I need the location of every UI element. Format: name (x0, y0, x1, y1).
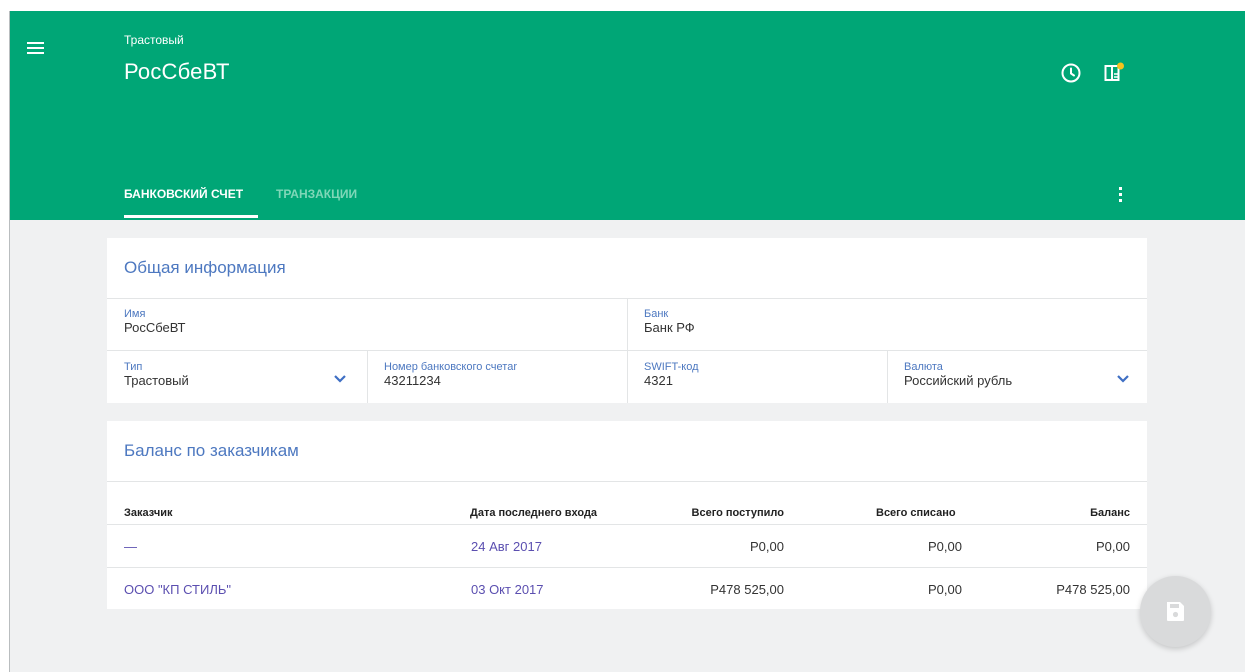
chevron-down-icon[interactable] (1116, 371, 1130, 383)
balance-amount: Р0,00 (1096, 539, 1130, 554)
more-vert-icon[interactable] (1116, 185, 1124, 205)
general-info-card: Общая информация Имя РосСбеВТ Банк Банк … (107, 238, 1147, 403)
customer-link[interactable]: ООО "КП СТИЛЬ" (124, 582, 231, 597)
divider (367, 350, 368, 403)
name-value: РосСбеВТ (124, 320, 186, 335)
customer-link[interactable]: — (124, 539, 137, 554)
account-number-value: 43211234 (384, 373, 441, 388)
column-header-last-login[interactable]: Дата последнего входа (470, 507, 597, 519)
column-header-written-off[interactable]: Всего списано (876, 507, 956, 519)
account-number-label: Номер банковского счетаr (384, 361, 517, 373)
type-value: Трастовый (124, 373, 189, 388)
app-window: Трастовый РосСбеВТ БАНКОВСКИЙ СЧЕТ ТРАНЗ… (9, 11, 1245, 672)
last-login-date: 24 Авг 2017 (471, 539, 542, 554)
divider (887, 350, 888, 403)
received-amount: Р478 525,00 (710, 582, 784, 597)
save-button[interactable] (1140, 576, 1211, 647)
type-select[interactable]: Тип Трастовый (124, 361, 189, 388)
balance-amount: Р478 525,00 (1056, 582, 1130, 597)
bank-label: Банк (644, 308, 669, 320)
app-bar: Трастовый РосСбеВТ БАНКОВСКИЙ СЧЕТ ТРАНЗ… (10, 11, 1245, 220)
written-off-amount: Р0,00 (928, 539, 962, 554)
currency-label: Валюта (904, 361, 943, 373)
tab-bank-account[interactable]: БАНКОВСКИЙ СЧЕТ (124, 187, 243, 201)
currency-select[interactable]: Валюта Российский рубль (904, 361, 1012, 388)
customer-balance-card: Баланс по заказчикам Заказчик Дата после… (107, 421, 1147, 609)
menu-icon[interactable] (25, 38, 47, 58)
swift-field[interactable]: SWIFT-код 4321 (644, 361, 699, 388)
active-tab-indicator (124, 215, 258, 218)
currency-value: Российский рубль (904, 373, 1013, 388)
notes-icon[interactable] (1102, 61, 1126, 85)
last-login-date: 03 Окт 2017 (471, 582, 544, 597)
swift-label: SWIFT-код (644, 361, 699, 373)
received-amount: Р0,00 (750, 539, 784, 554)
type-label: Тип (124, 361, 143, 373)
column-header-received[interactable]: Всего поступило (692, 507, 784, 519)
tab-transactions[interactable]: ТРАНЗАКЦИИ (276, 187, 357, 201)
page-title: РосСбеВТ (124, 59, 230, 84)
name-label: Имя (124, 308, 146, 320)
divider (107, 524, 1147, 525)
divider (107, 481, 1147, 482)
column-header-customer[interactable]: Заказчик (124, 507, 172, 519)
save-icon (1167, 602, 1184, 621)
bank-field[interactable]: Банк Банк РФ (644, 308, 695, 335)
chevron-down-icon[interactable] (333, 371, 347, 383)
column-header-balance[interactable]: Баланс (1090, 507, 1130, 519)
general-info-title: Общая информация (124, 258, 286, 277)
customer-balance-title: Баланс по заказчикам (124, 441, 299, 460)
clock-icon[interactable] (1059, 61, 1083, 85)
divider (627, 298, 628, 403)
bank-value: Банк РФ (644, 320, 695, 335)
divider (107, 567, 1147, 568)
account-number-field[interactable]: Номер банковского счетаr 43211234 (384, 361, 517, 388)
swift-value: 4321 (644, 373, 673, 388)
written-off-amount: Р0,00 (928, 582, 962, 597)
name-field[interactable]: Имя РосСбеВТ (124, 308, 186, 335)
account-subtitle: Трастовый (124, 33, 184, 47)
